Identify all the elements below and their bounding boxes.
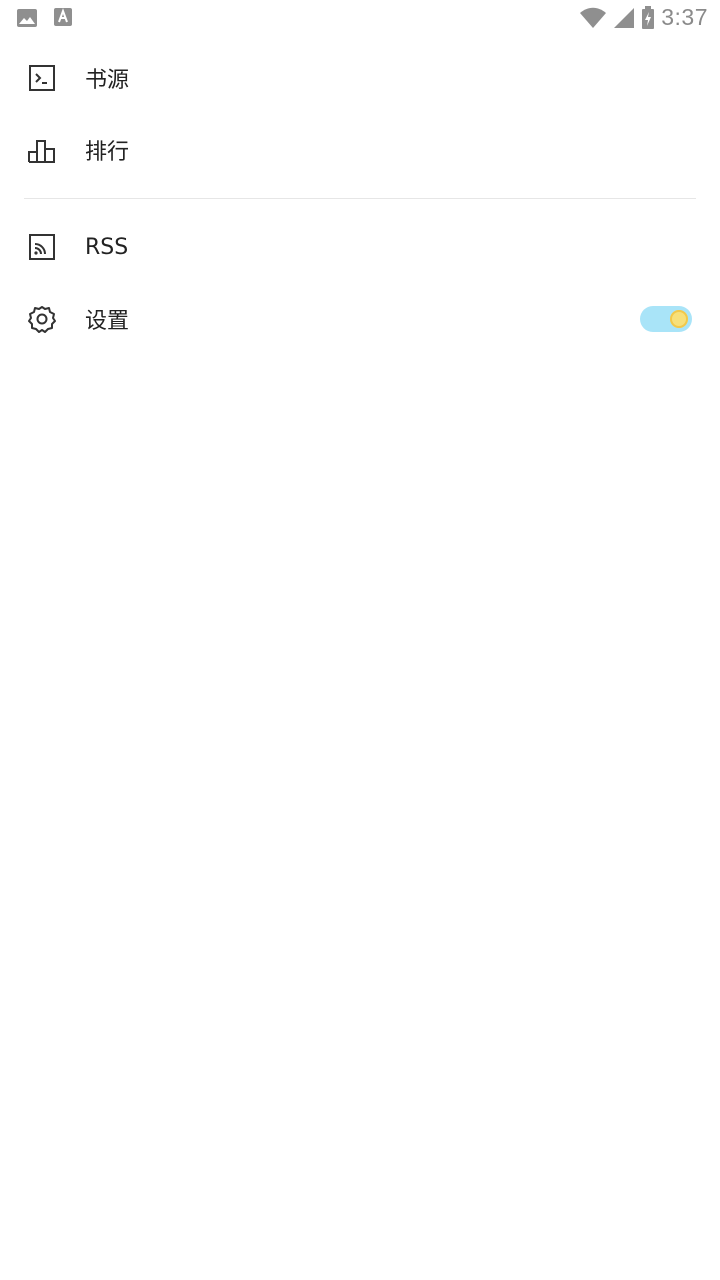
font-icon — [54, 8, 72, 26]
menu-item-book-source[interactable]: 书源 — [0, 42, 720, 114]
signal-icon — [614, 7, 635, 28]
menu-label: RSS — [85, 234, 129, 260]
menu-label: 书源 — [85, 68, 130, 93]
terminal-icon — [29, 65, 55, 91]
rss-icon — [29, 234, 55, 260]
status-left-icons — [16, 7, 72, 29]
drawer-menu: 书源 排行 RSS 设置 — [0, 42, 720, 355]
theme-toggle[interactable] — [640, 306, 692, 332]
toggle-knob — [670, 310, 688, 328]
gear-icon — [28, 306, 56, 333]
status-bar: 3:37 — [0, 0, 720, 36]
menu-item-rss[interactable]: RSS — [0, 211, 720, 283]
menu-divider — [24, 198, 696, 199]
menu-item-settings[interactable]: 设置 — [0, 283, 720, 355]
menu-label: 设置 — [85, 309, 130, 334]
battery-charging-icon — [642, 5, 655, 29]
ranking-icon — [28, 140, 55, 163]
status-right: 3:37 — [579, 4, 708, 31]
status-time: 3:37 — [661, 4, 708, 30]
menu-item-ranking[interactable]: 排行 — [0, 114, 720, 186]
wifi-icon — [580, 7, 607, 28]
menu-label: 排行 — [85, 140, 130, 165]
image-icon — [17, 9, 37, 27]
